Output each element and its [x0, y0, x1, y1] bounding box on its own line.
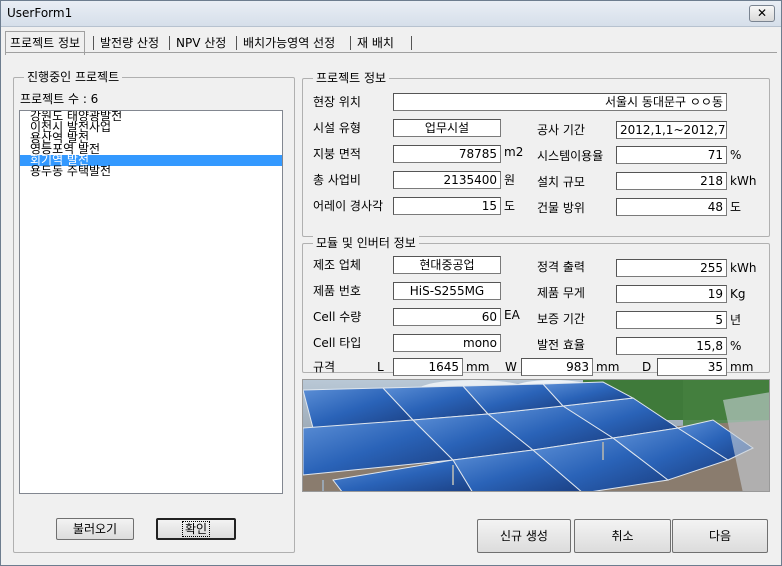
- project-listbox[interactable]: 강원도 태양광발전 이천시 발전사업 용산역 발전 영등포역 발전 회기역 발전…: [19, 110, 283, 494]
- projects-group-title: 진행중인 프로젝트: [24, 70, 123, 84]
- tab-relocation[interactable]: 재 배치: [353, 32, 398, 54]
- azimuth-unit: 도: [730, 200, 742, 214]
- rated-output-unit: kWh: [730, 261, 757, 275]
- install-scale-unit: kWh: [730, 174, 757, 188]
- confirm-button-label: 확인: [181, 521, 211, 537]
- maker-label: 제조 업체: [313, 258, 361, 272]
- cell-count-label: Cell 수량: [313, 310, 362, 324]
- warranty-field[interactable]: 5: [616, 311, 727, 329]
- cancel-button[interactable]: 취소: [574, 519, 671, 553]
- facility-field[interactable]: 업무시설: [393, 119, 501, 137]
- roof-area-field[interactable]: 78785: [393, 145, 501, 163]
- module-info-group-title: 모듈 및 인버터 정보: [313, 236, 419, 250]
- load-button[interactable]: 불러오기: [56, 518, 134, 540]
- efficiency-unit: %: [730, 339, 742, 353]
- utilization-field[interactable]: 71: [616, 146, 727, 164]
- title-bar: UserForm1 ✕: [1, 1, 781, 27]
- width-field[interactable]: 983: [521, 358, 593, 376]
- site-label: 현장 위치: [313, 95, 361, 109]
- efficiency-label: 발전 효율: [537, 338, 585, 352]
- weight-unit: Kg: [730, 287, 746, 301]
- width-unit: mm: [596, 360, 620, 374]
- tab-page-project-info: 진행중인 프로젝트 프로젝트 수 : 6 강원도 태양광발전 이천시 발전사업 …: [5, 52, 777, 560]
- array-tilt-label: 어레이 경사각: [313, 199, 384, 213]
- total-cost-unit: 원: [504, 173, 516, 187]
- new-project-button[interactable]: 신규 생성: [477, 519, 571, 553]
- rated-output-field[interactable]: 255: [616, 259, 727, 277]
- roof-area-unit: m2: [504, 145, 524, 159]
- total-cost-field[interactable]: 2135400: [393, 171, 501, 189]
- utilization-unit: %: [730, 148, 742, 162]
- period-field[interactable]: 2012,1,1~2012,7,1: [616, 121, 727, 139]
- tab-generation-estimate[interactable]: 발전량 산정: [96, 32, 163, 54]
- width-label: W: [505, 360, 517, 374]
- roof-area-label: 지붕 면적: [313, 147, 361, 161]
- depth-unit: mm: [730, 360, 754, 374]
- userform-window: UserForm1 ✕ 프로젝트 정보 발전량 산정 NPV 산정 배치가능영역…: [0, 0, 782, 566]
- solar-panel-illustration: [303, 380, 769, 491]
- project-info-group-title: 프로젝트 정보: [313, 71, 390, 85]
- project-info-group: 프로젝트 정보 현장 위치 서울시 동대문구 ㅇㅇ동 시설 유형 업무시설 공사…: [302, 71, 770, 237]
- array-tilt-unit: 도: [504, 199, 516, 213]
- tab-separator: [169, 36, 170, 50]
- period-label: 공사 기간: [537, 123, 585, 137]
- tab-separator: [350, 36, 351, 50]
- maker-field[interactable]: 현대중공업: [393, 256, 501, 274]
- tab-placement-area[interactable]: 배치가능영역 선정: [239, 32, 339, 54]
- close-button[interactable]: ✕: [749, 5, 775, 22]
- weight-field[interactable]: 19: [616, 285, 727, 303]
- length-field[interactable]: 1645: [393, 358, 463, 376]
- cell-type-field[interactable]: mono: [393, 334, 501, 352]
- array-tilt-field[interactable]: 15: [393, 197, 501, 215]
- rated-output-label: 정격 출력: [537, 260, 585, 274]
- list-item[interactable]: 용두동 주택발전: [20, 165, 282, 177]
- length-unit: mm: [466, 360, 490, 374]
- depth-label: D: [642, 360, 652, 374]
- dimensions-label: 규격: [313, 360, 336, 374]
- site-field[interactable]: 서울시 동대문구 ㅇㅇ동: [393, 93, 727, 111]
- warranty-unit: 년: [730, 313, 742, 327]
- solar-panel-photo: [302, 379, 770, 492]
- project-count-label: 프로젝트 수 : 6: [20, 92, 99, 106]
- install-scale-label: 설치 규모: [537, 175, 585, 189]
- length-label: L: [377, 360, 384, 374]
- warranty-label: 보증 기간: [537, 312, 585, 326]
- cell-count-unit: EA: [504, 308, 520, 322]
- tab-separator: [236, 36, 237, 50]
- efficiency-field[interactable]: 15,8: [616, 337, 727, 355]
- utilization-label: 시스템이용율: [537, 149, 604, 163]
- cell-count-field[interactable]: 60: [393, 308, 501, 326]
- azimuth-field[interactable]: 48: [616, 198, 727, 216]
- form-client-area: 프로젝트 정보 발전량 산정 NPV 산정 배치가능영역 선정 재 배치 진행중…: [1, 28, 781, 565]
- depth-field[interactable]: 35: [657, 358, 727, 376]
- tab-separator: [411, 36, 412, 50]
- next-button[interactable]: 다음: [672, 519, 768, 553]
- window-title: UserForm1: [7, 6, 73, 20]
- projects-group: 진행중인 프로젝트 프로젝트 수 : 6 강원도 태양광발전 이천시 발전사업 …: [13, 70, 295, 553]
- confirm-button[interactable]: 확인: [156, 518, 236, 540]
- module-info-group: 모듈 및 인버터 정보 제조 업체 현대중공업 정격 출력 255 kWh 제품…: [302, 236, 770, 376]
- model-field[interactable]: HiS-S255MG: [393, 282, 501, 300]
- facility-label: 시설 유형: [313, 121, 361, 135]
- cell-type-label: Cell 타입: [313, 336, 362, 350]
- total-cost-label: 총 사업비: [313, 173, 361, 187]
- tab-separator: [93, 36, 94, 50]
- azimuth-label: 건물 방위: [537, 201, 585, 215]
- tab-npv[interactable]: NPV 산정: [172, 32, 230, 54]
- weight-label: 제품 무게: [537, 286, 585, 300]
- install-scale-field[interactable]: 218: [616, 172, 727, 190]
- model-label: 제품 번호: [313, 284, 361, 298]
